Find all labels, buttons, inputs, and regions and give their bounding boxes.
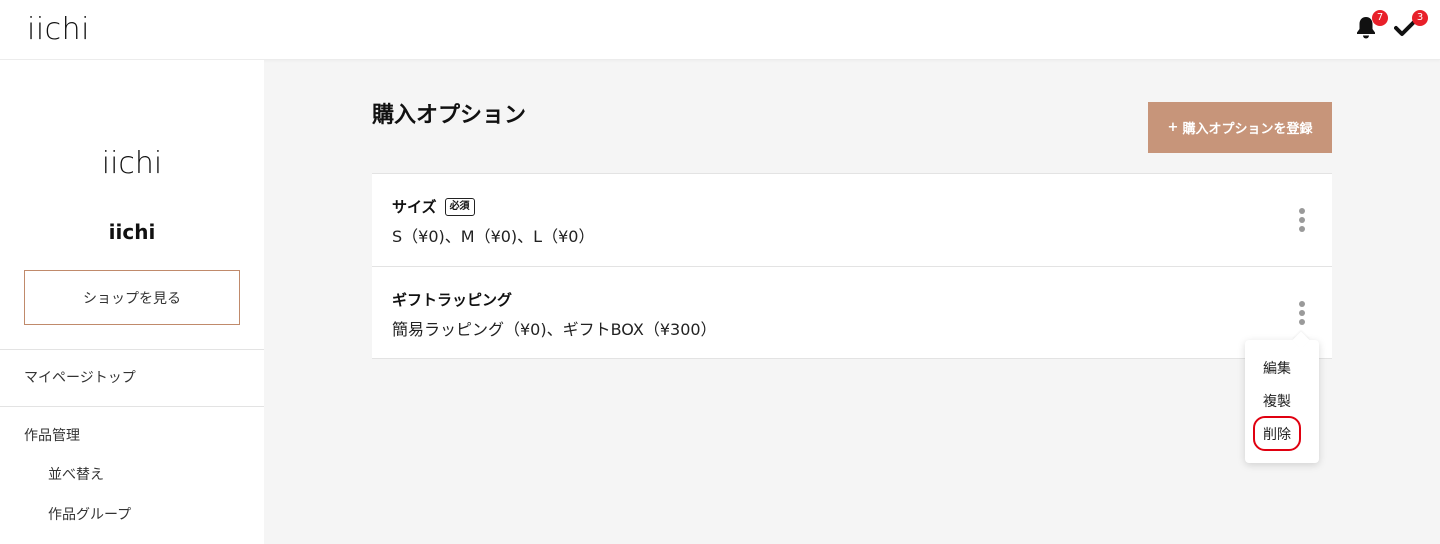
more-vertical-icon	[1299, 208, 1305, 214]
option-name-wrap: ギフトラッピング	[392, 289, 512, 310]
shop-logo: iichi	[101, 146, 163, 181]
option-values: S（¥0)、M（¥0)、L（¥0）	[392, 227, 595, 246]
menu-item-edit[interactable]: 編集	[1263, 358, 1291, 378]
option-name: サイズ	[392, 198, 437, 216]
sidebar-item-item-group[interactable]: 作品グループ	[48, 504, 131, 524]
option-values: 簡易ラッピング（¥0)、ギフトBOX（¥300）	[392, 320, 717, 339]
view-shop-button[interactable]: ショップを見る	[24, 270, 240, 325]
register-option-label: 購入オプションを登録	[1182, 122, 1313, 137]
tasks-button[interactable]: 3	[1392, 10, 1428, 43]
more-options-button[interactable]	[1292, 206, 1312, 234]
register-option-button[interactable]: + 購入オプションを登録	[1148, 102, 1332, 153]
site-logo[interactable]: iichi	[27, 12, 90, 47]
more-vertical-icon-dot	[1299, 217, 1305, 223]
more-options-button[interactable]	[1292, 299, 1312, 327]
more-vertical-icon-dot	[1299, 226, 1305, 232]
page-title: 購入オプション	[372, 103, 527, 128]
required-badge: 必須	[444, 197, 475, 216]
more-vertical-icon-dot	[1299, 319, 1305, 325]
option-name: ギフトラッピング	[392, 291, 513, 309]
menu-item-delete[interactable]: 削除	[1263, 424, 1291, 444]
plus-icon: +	[1167, 120, 1179, 135]
more-vertical-icon-dot	[1299, 310, 1305, 316]
sidebar-divider	[0, 349, 264, 350]
option-row: サイズ 必須 S（¥0)、M（¥0)、L（¥0）	[372, 173, 1332, 266]
sidebar-item-sort[interactable]: 並べ替え	[48, 464, 104, 484]
top-bar: iichi 7 3	[0, 0, 1440, 60]
sidebar: iichi iichi ショップを見る マイページトップ 作品管理 並べ替え 作…	[0, 60, 264, 544]
shop-name: iichi	[108, 220, 156, 244]
menu-item-duplicate[interactable]: 複製	[1263, 391, 1291, 411]
sidebar-divider	[0, 406, 264, 407]
sidebar-item-mypage-top[interactable]: マイページトップ	[24, 367, 136, 387]
notifications-button[interactable]: 7	[1352, 10, 1388, 43]
more-vertical-icon	[1299, 301, 1305, 307]
sidebar-item-item-management[interactable]: 作品管理	[24, 425, 80, 445]
option-actions-menu: 編集 複製 削除	[1245, 340, 1319, 463]
option-name-wrap: サイズ 必須	[392, 196, 475, 217]
option-row: ギフトラッピング 簡易ラッピング（¥0)、ギフトBOX（¥300）	[372, 266, 1332, 359]
tasks-badge: 3	[1412, 10, 1428, 26]
notifications-badge: 7	[1372, 10, 1388, 26]
